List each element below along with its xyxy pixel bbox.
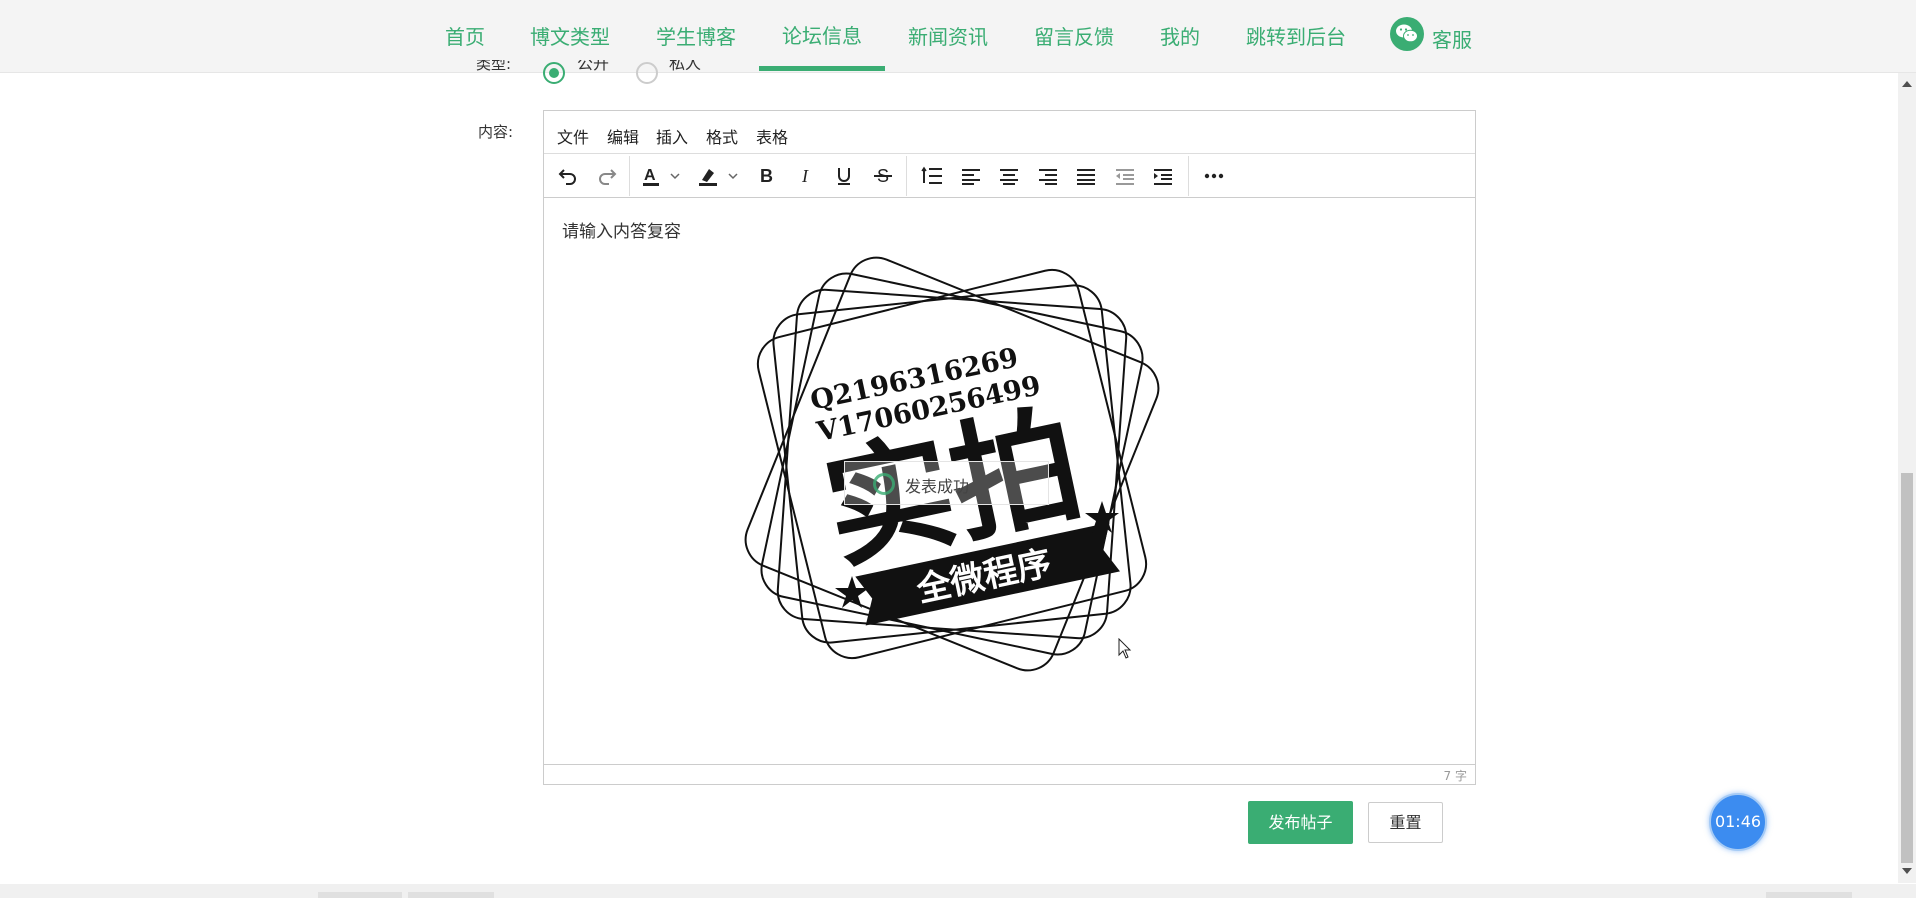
type-label: 类型: [476, 60, 512, 73]
nav-my[interactable]: 我的 [1159, 0, 1201, 71]
indent-icon[interactable] [1147, 160, 1179, 192]
mouse-cursor-icon [1118, 637, 1132, 664]
editor-statusbar: 7 字 [544, 764, 1475, 784]
bottom-strip [0, 884, 1916, 898]
align-center-icon[interactable] [993, 160, 1025, 192]
rich-text-editor: 文件 编辑 插入 格式 表格 A B I S 请输入内答复容 Q21963162… [543, 110, 1476, 785]
content-label: 内容: [478, 123, 514, 141]
align-left-icon[interactable] [955, 160, 987, 192]
radio-public-label: 公开 [577, 60, 610, 73]
success-toast: 发表成功 [844, 461, 1049, 505]
forum-post-page: 首页 博文类型 学生博客 论坛信息 新闻资讯 留言反馈 我的 跳转到后台 客服 … [0, 0, 1916, 898]
underline-icon[interactable] [828, 160, 860, 192]
reset-button[interactable]: 重置 [1368, 802, 1443, 843]
align-justify-icon[interactable] [1070, 160, 1102, 192]
editor-placeholder: 请输入内答复容 [562, 222, 681, 242]
svg-text:B: B [760, 167, 773, 185]
menu-insert[interactable]: 插入 [656, 124, 688, 148]
outdent-icon[interactable] [1109, 160, 1141, 192]
nav-forum[interactable]: 论坛信息 [759, 0, 885, 71]
menu-table[interactable]: 表格 [756, 124, 788, 148]
word-count: 7 字 [1443, 769, 1467, 783]
italic-icon[interactable]: I [790, 160, 822, 192]
submit-post-button[interactable]: 发布帖子 [1248, 801, 1353, 844]
toast-message: 发表成功 [905, 477, 970, 496]
nav-feedback[interactable]: 留言反馈 [1033, 0, 1115, 71]
scroll-thumb[interactable] [1901, 473, 1913, 863]
svg-text:I: I [801, 167, 809, 185]
strikethrough-icon[interactable]: S [867, 160, 899, 192]
wechat-icon[interactable] [1390, 17, 1424, 51]
svg-text:A: A [644, 167, 656, 184]
radio-public[interactable] [543, 62, 565, 84]
editor-toolbar: A B I S [544, 154, 1475, 198]
check-circle-icon [873, 473, 895, 495]
radio-private-label: 私人 [669, 60, 702, 73]
align-right-icon[interactable] [1032, 160, 1064, 192]
editor-content-area[interactable]: 请输入内答复容 Q2196316269 V17060256499 实拍 全微程序… [544, 199, 1475, 764]
menu-edit[interactable]: 编辑 [607, 124, 639, 148]
scroll-up-arrow-icon[interactable] [1902, 81, 1912, 87]
radio-private[interactable] [636, 62, 658, 84]
undo-icon[interactable] [552, 160, 584, 192]
bold-icon[interactable]: B [751, 160, 783, 192]
page-scrollbar[interactable] [1898, 73, 1916, 883]
nav-admin[interactable]: 跳转到后台 [1245, 0, 1347, 71]
more-icon[interactable] [1198, 160, 1230, 192]
text-color-icon[interactable]: A [640, 160, 686, 192]
timer-badge: 01:46 [1709, 793, 1767, 851]
nav-customer-service[interactable]: 客服 [1430, 0, 1474, 71]
menu-format[interactable]: 格式 [706, 124, 738, 148]
nav-news[interactable]: 新闻资讯 [907, 0, 989, 71]
editor-menubar: 文件 编辑 插入 格式 表格 [544, 111, 1475, 154]
scroll-down-arrow-icon[interactable] [1902, 868, 1912, 874]
line-height-icon[interactable] [916, 160, 948, 192]
redo-icon[interactable] [591, 160, 623, 192]
menu-file[interactable]: 文件 [557, 124, 589, 148]
highlight-icon[interactable] [696, 160, 744, 192]
top-nav: 首页 博文类型 学生博客 论坛信息 新闻资讯 留言反馈 我的 跳转到后台 客服 [0, 0, 1916, 73]
